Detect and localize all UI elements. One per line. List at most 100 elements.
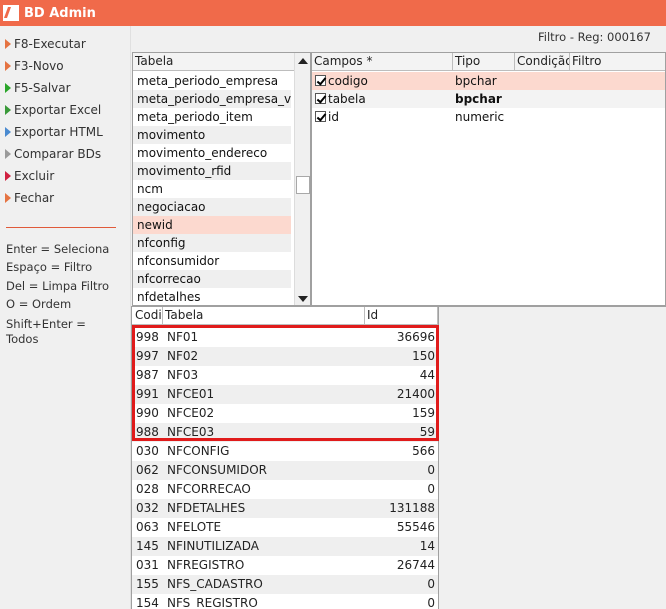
grid-cell-id: 0	[427, 577, 435, 591]
grid-cell-id: 55546	[396, 520, 435, 534]
grid-cell-codigo: 990	[136, 406, 159, 420]
table-list-item[interactable]: nfconfig	[133, 234, 291, 252]
grid-cell-id: 26744	[396, 558, 435, 572]
table-list-item[interactable]: negociacao	[133, 198, 291, 216]
scroll-down-icon[interactable]	[298, 296, 308, 302]
grid-cell-codigo: 145	[136, 539, 159, 553]
table-list-item[interactable]: meta_periodo_empresa_vendedor	[133, 90, 291, 108]
field-name: id	[328, 110, 339, 124]
grid-row[interactable]: 031 NFREGISTRO 26744	[132, 556, 438, 575]
grid-row[interactable]: 990 NFCE02 159	[132, 404, 438, 423]
fields-header-tipo[interactable]: Tipo	[453, 53, 515, 71]
field-checkbox[interactable]	[315, 111, 326, 122]
field-row[interactable]: tabela bpchar	[312, 90, 665, 108]
tables-scrollbar[interactable]	[294, 53, 310, 305]
grid-cell-id: 59	[419, 425, 435, 439]
grid-cell-tabela: NFCE01	[167, 387, 215, 401]
grid-cell-id: 131188	[389, 501, 435, 515]
menu-item-label: F3-Novo	[14, 59, 64, 73]
field-name: codigo	[328, 74, 368, 88]
grid-row[interactable]: 154 NFS_REGISTRO 0	[132, 594, 438, 609]
menu-arrow-icon	[5, 105, 11, 115]
grid-empty-area	[438, 307, 666, 609]
scroll-thumb[interactable]	[296, 176, 310, 194]
app-logo-icon	[3, 5, 19, 21]
grid-cell-id: 159	[412, 406, 435, 420]
grid-header-codigo[interactable]: Codigo	[132, 307, 163, 325]
grid-cell-codigo: 062	[136, 463, 159, 477]
table-list-item[interactable]: meta_periodo_item	[133, 108, 291, 126]
grid-cell-tabela: NFCONFIG	[167, 444, 230, 458]
grid-cell-codigo: 154	[136, 596, 159, 609]
table-list-item[interactable]: movimento_endereco	[133, 144, 291, 162]
menu-item-comparar-bds[interactable]: Comparar BDs	[0, 144, 130, 164]
grid-row[interactable]: 063 NFELOTE 55546	[132, 518, 438, 537]
grid-header-id[interactable]: Id	[365, 307, 438, 325]
menu-item-exportar-html[interactable]: Exportar HTML	[0, 122, 130, 142]
fields-panel: Campos * Tipo Condição Filtro codigo bpch…	[311, 52, 666, 306]
field-checkbox[interactable]	[315, 75, 326, 86]
tables-header[interactable]: Tabela	[133, 53, 295, 71]
results-grid: Codigo Tabela Id 998NF0136696997NF021509…	[131, 306, 666, 609]
help-line: O = Ordem	[6, 297, 72, 311]
grid-row[interactable]: 991 NFCE01 21400	[132, 385, 438, 404]
menu-item-excluir[interactable]: Excluir	[0, 166, 130, 186]
grid-row[interactable]: 997 NF02 150	[132, 347, 438, 366]
field-row[interactable]: id numeric	[312, 108, 665, 126]
grid-cell-id: 0	[427, 596, 435, 609]
grid-row[interactable]: 032 NFDETALHES 131188	[132, 499, 438, 518]
grid-cell-tabela: NFREGISTRO	[167, 558, 245, 572]
grid-cell-tabela: NFS_CADASTRO	[167, 577, 263, 591]
menu-item-label: Comparar BDs	[14, 147, 102, 161]
field-type: bpchar	[455, 74, 497, 88]
table-list-item[interactable]: meta_periodo_empresa	[133, 72, 291, 90]
field-checkbox[interactable]	[315, 93, 326, 104]
scroll-up-icon[interactable]	[298, 58, 308, 64]
menu-item-f8-executar[interactable]: F8-Executar	[0, 34, 130, 54]
grid-row[interactable]: 987 NF03 44	[132, 366, 438, 385]
table-list-item[interactable]: movimento	[133, 126, 291, 144]
grid-row[interactable]: 988 NFCE03 59	[132, 423, 438, 442]
fields-header-condicao[interactable]: Condição	[515, 53, 570, 71]
grid-row[interactable]: 998 NF01 36696	[132, 328, 438, 347]
fields-header-filtro[interactable]: Filtro	[570, 53, 665, 71]
help-line: Shift+Enter =	[6, 317, 86, 331]
table-list-item[interactable]: movimento_rfid	[133, 162, 291, 180]
fields-header-campos[interactable]: Campos *	[312, 53, 453, 71]
tables-panel: Tabela meta_periodo_empresa meta_periodo_…	[132, 52, 311, 306]
grid-row[interactable]: 030 NFCONFIG 566	[132, 442, 438, 461]
grid-cell-tabela: NF01	[167, 330, 199, 344]
grid-cell-codigo: 028	[136, 482, 159, 496]
grid-cell-id: 14	[419, 539, 435, 553]
grid-cell-codigo: 031	[136, 558, 159, 572]
table-list-item[interactable]: nfcorrecao	[133, 270, 291, 288]
table-list-item[interactable]: ncm	[133, 180, 291, 198]
table-list-item[interactable]: nfdetalhes	[133, 288, 291, 305]
field-type: bpchar	[455, 92, 502, 106]
grid-row[interactable]: 155 NFS_CADASTRO 0	[132, 575, 438, 594]
menu-item-fechar[interactable]: Fechar	[0, 188, 130, 208]
grid-cell-id: 566	[412, 444, 435, 458]
menu-item-f5-salvar[interactable]: F5-Salvar	[0, 78, 130, 98]
menu-item-exportar-excel[interactable]: Exportar Excel	[0, 100, 130, 120]
field-row[interactable]: codigo bpchar	[312, 72, 665, 90]
grid-row[interactable]: 062 NFCONSUMIDOR 0	[132, 461, 438, 480]
grid-cell-id: 36696	[396, 330, 435, 344]
table-list-item[interactable]: nfconsumidor	[133, 252, 291, 270]
title-bar: BD Admin	[0, 0, 666, 26]
menu-arrow-icon	[5, 61, 11, 71]
status-text: Filtro - Reg: 000167	[538, 30, 651, 44]
menu-arrow-icon	[5, 171, 11, 181]
table-list-item[interactable]: newid	[133, 216, 291, 234]
grid-cell-tabela: NFCE03	[167, 425, 215, 439]
help-line: Del = Limpa Filtro	[6, 279, 110, 293]
help-line: Todos	[6, 332, 39, 346]
menu-item-f3-novo[interactable]: F3-Novo	[0, 56, 130, 76]
grid-cell-tabela: NFCE02	[167, 406, 215, 420]
grid-row[interactable]: 028 NFCORRECAO 0	[132, 480, 438, 499]
grid-cell-tabela: NFDETALHES	[167, 501, 246, 515]
grid-row[interactable]: 145 NFINUTILIZADA 14	[132, 537, 438, 556]
grid-header-tabela[interactable]: Tabela	[163, 307, 365, 325]
field-type: numeric	[455, 110, 505, 124]
grid-cell-codigo: 991	[136, 387, 159, 401]
